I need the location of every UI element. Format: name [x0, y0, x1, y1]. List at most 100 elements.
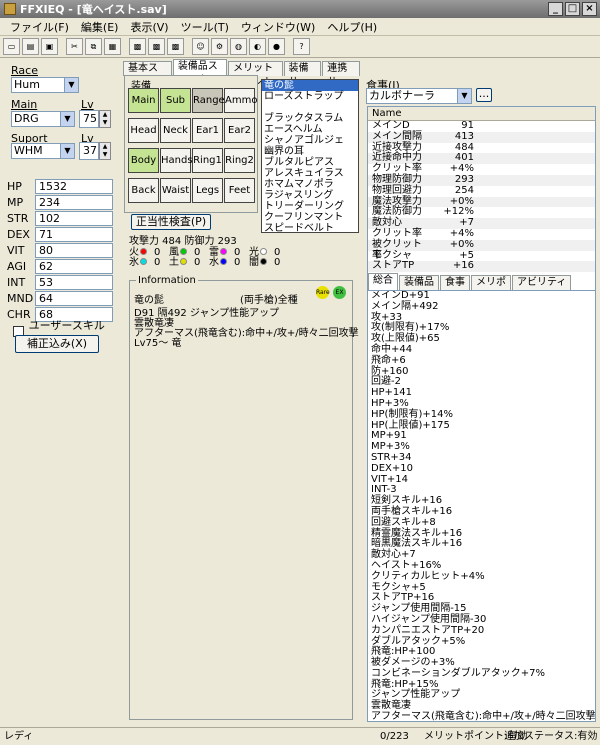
tab-ability[interactable]: アビリティ — [512, 275, 572, 290]
help-icon[interactable]: ? — [293, 38, 310, 55]
slot-hands[interactable]: Hands — [160, 148, 193, 173]
window-title: FFXIEQ - [竜ヘイスト.sav] — [20, 3, 167, 16]
verify-button[interactable]: 正当性検査(P) — [131, 214, 211, 230]
slot-ring2[interactable]: Ring2 — [224, 148, 255, 173]
paste-icon[interactable]: ▦ — [104, 38, 121, 55]
slot-ring1[interactable]: Ring1 — [192, 148, 223, 173]
food-select[interactable]: カルボナーラ ▼ — [366, 88, 472, 104]
equipment-list-item[interactable]: アレスキュイラス — [262, 168, 358, 179]
grid-a-icon[interactable]: ▩ — [129, 38, 146, 55]
stat-name: VIT — [7, 243, 25, 257]
slot-sub[interactable]: Sub — [160, 88, 191, 113]
element-value: 0 — [154, 257, 161, 268]
menu-window[interactable]: ウィンドウ(W) — [235, 19, 321, 35]
stat-row: VIT 80 — [7, 242, 113, 258]
tab-chain-search[interactable]: 連携サーチ — [322, 61, 360, 102]
tab-food[interactable]: 食事 — [440, 275, 470, 290]
slot-main[interactable]: Main — [128, 88, 159, 113]
slot-waist[interactable]: Waist — [160, 178, 191, 203]
food-stat-value: +16 — [452, 260, 474, 272]
coin-icon[interactable]: ● — [268, 38, 285, 55]
toggle-icon[interactable]: ◐ — [249, 38, 266, 55]
new-file-icon[interactable]: ▭ — [3, 38, 20, 55]
equipment-list[interactable]: 竜の髭 ローズストラップ ブラックタスラム エースヘルム シャノアゴルジェ 幽界の耳 ブル… — [261, 79, 359, 233]
open-folder-icon[interactable]: ▤ — [22, 38, 39, 55]
tab-equipment-status[interactable]: 装備品ステータス — [172, 59, 228, 86]
food-table-header: Name — [368, 107, 595, 121]
tab-merit[interactable]: メリポ — [471, 275, 511, 290]
sub-job-select[interactable]: WHM ▼ — [11, 143, 75, 159]
slot-legs[interactable]: Legs — [192, 178, 223, 203]
equipment-list-item[interactable]: ラジャスリング — [262, 190, 358, 201]
menu-view[interactable]: 表示(V) — [124, 19, 174, 35]
minimize-button[interactable]: _ — [548, 2, 563, 16]
main-lv-spinner[interactable]: ▲ ▼ — [99, 110, 111, 128]
bonus-item: 飛命+6 — [371, 354, 406, 366]
main-lv-input[interactable]: 75 — [79, 110, 99, 128]
app-icon — [4, 3, 16, 15]
slot-head[interactable]: Head — [128, 118, 159, 143]
equipment-list-item[interactable]: 竜の髭 — [262, 80, 358, 91]
copy-icon[interactable]: ⧉ — [85, 38, 102, 55]
bonus-item: 回避スキル+8 — [371, 516, 436, 528]
close-button[interactable]: × — [582, 2, 597, 16]
equipment-list-item[interactable]: ブラックタスラム — [262, 113, 358, 124]
slot-body[interactable]: Body — [128, 148, 159, 173]
equipment-list-item[interactable]: トリーダーリング — [262, 201, 358, 212]
sub-lv-spinner[interactable]: ▲ ▼ — [99, 142, 111, 160]
apply-correction-button[interactable]: 補正込み(X) — [15, 335, 99, 353]
grid-c-icon[interactable]: ▩ — [167, 38, 184, 55]
maximize-button[interactable]: □ — [565, 2, 580, 16]
stat-name: HP — [7, 179, 22, 193]
character-icon[interactable]: ☺ — [192, 38, 209, 55]
bonus-item: アフターマス(飛竜含む):命中+/攻+/時々二回攻撃 — [371, 711, 596, 722]
equipment-list-item[interactable]: スピードベルト — [262, 223, 358, 232]
equipment-list-item[interactable]: エースヘルム — [262, 124, 358, 135]
globe-icon[interactable]: ◍ — [230, 38, 247, 55]
chevron-down-icon: ▼ — [60, 144, 74, 158]
equipment-list-item[interactable]: ブルタルピアス — [262, 157, 358, 168]
main-job-select[interactable]: DRG ▼ — [11, 111, 75, 127]
tab-basic-status[interactable]: 基本ステータス — [123, 61, 172, 102]
equipment-list-item[interactable]: シャノアゴルジェ — [262, 135, 358, 146]
save-icon[interactable]: ▣ — [41, 38, 58, 55]
equipment-list-item[interactable]: ホマムマノポラ — [262, 179, 358, 190]
chevron-down-icon: ▼ — [60, 112, 74, 126]
element-name: 闇 — [249, 257, 259, 268]
slot-ear2[interactable]: Ear2 — [224, 118, 255, 143]
main-tabs: 基本ステータス 装備品ステータス メリットポイント 装備サーチ 連携サーチ — [123, 59, 361, 102]
menu-edit[interactable]: 編集(E) — [75, 19, 125, 35]
race-select[interactable]: Hum ▼ — [11, 77, 79, 93]
slot-range[interactable]: Range — [192, 88, 225, 113]
equipment-list-item[interactable]: 幽界の耳 — [262, 146, 358, 157]
slot-ear1[interactable]: Ear1 — [192, 118, 223, 143]
tab-equipment-search[interactable]: 装備サーチ — [283, 61, 322, 102]
tab-summary[interactable]: 総合 — [368, 273, 398, 290]
slot-ammo[interactable]: Ammo — [224, 88, 257, 113]
food-browse-button[interactable]: ... — [476, 88, 492, 102]
food-stat-row: メイン間隔 413 — [368, 131, 595, 143]
equipment-list-item[interactable]: ローズストラップ — [262, 91, 358, 102]
cut-icon[interactable]: ✂ — [66, 38, 83, 55]
status-bar: レディ 0/223 メリットポイント:有効 追加ステータス:有効 — [0, 727, 600, 745]
element-name: 土 — [169, 257, 179, 268]
grid-b-icon[interactable]: ▩ — [148, 38, 165, 55]
sub-lv-input[interactable]: 37 — [79, 142, 99, 160]
settings-icon[interactable]: ⚙ — [211, 38, 228, 55]
menu-help[interactable]: ヘルプ(H) — [321, 19, 383, 35]
equipment-list-item[interactable] — [262, 102, 358, 113]
slot-neck[interactable]: Neck — [160, 118, 191, 143]
tab-equipment[interactable]: 装備品 — [399, 275, 439, 290]
food-stat-value: +0% — [449, 238, 474, 250]
race-label: Race — [11, 64, 38, 77]
equipment-list-item[interactable]: クーフリンマント — [262, 212, 358, 223]
stat-value: 1532 — [35, 178, 113, 194]
slot-back[interactable]: Back — [128, 178, 159, 203]
menu-file[interactable]: ファイル(F) — [4, 19, 75, 35]
element-resist: 土0 — [169, 258, 209, 268]
stat-row: INT 53 — [7, 274, 113, 290]
tab-merit-points[interactable]: メリットポイント — [228, 61, 283, 88]
menu-tools[interactable]: ツール(T) — [175, 19, 235, 35]
slot-feet[interactable]: Feet — [224, 178, 255, 203]
chevron-down-icon: ▼ — [457, 89, 471, 103]
